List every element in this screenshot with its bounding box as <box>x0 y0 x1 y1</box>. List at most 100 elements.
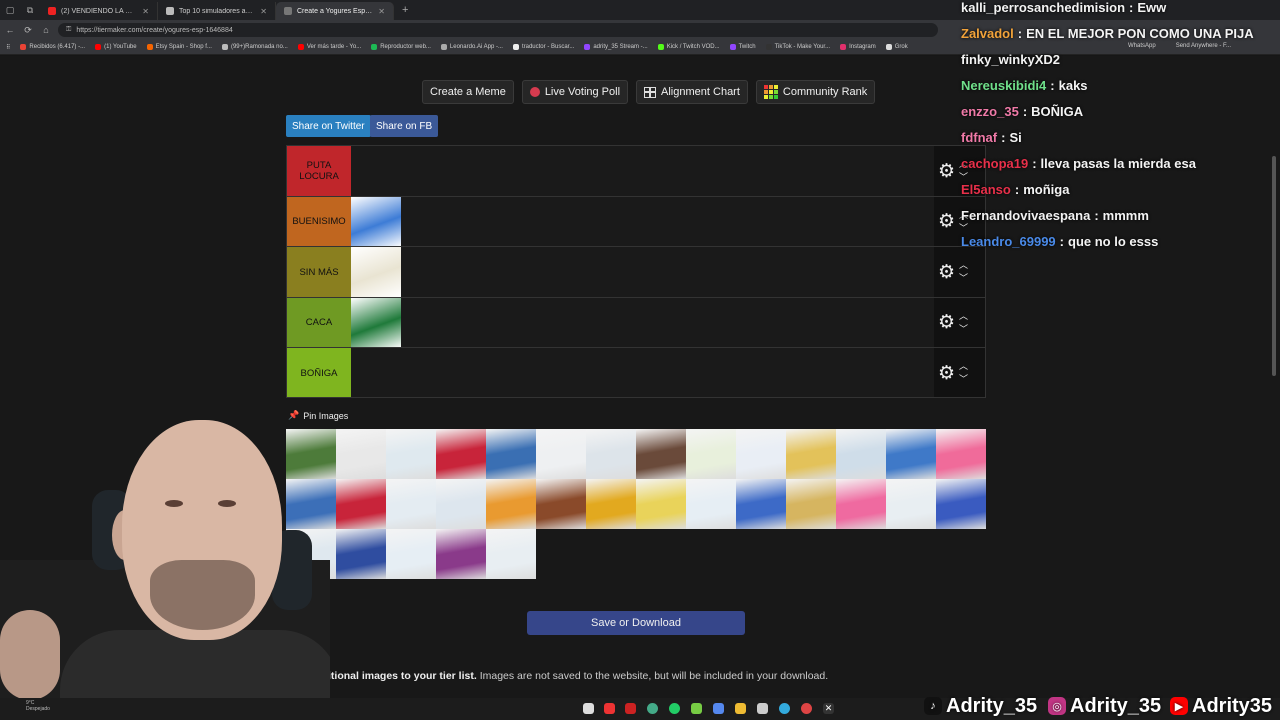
tier-label[interactable]: CACA <box>287 297 351 348</box>
community-rank-button[interactable]: Community Rank <box>755 80 876 104</box>
pool-image-item[interactable] <box>786 479 836 529</box>
save-download-button[interactable]: Save or Download <box>527 611 745 635</box>
app-icon-3[interactable] <box>757 703 768 714</box>
reload-icon[interactable]: ⟳ <box>22 25 34 36</box>
page-scrollbar[interactable] <box>1272 156 1276 376</box>
pool-image-item[interactable] <box>336 529 386 579</box>
gear-icon[interactable]: ⚙ <box>938 263 955 282</box>
bookmark-item[interactable]: traductor - Buscar... <box>512 44 574 50</box>
share-twitter-button[interactable]: Share on Twitter <box>286 115 371 137</box>
pool-image-item[interactable] <box>936 429 986 479</box>
chevron-up-icon[interactable]: ︿ <box>959 362 968 371</box>
pool-image-item[interactable] <box>636 429 686 479</box>
tier-drop-zone[interactable] <box>351 196 934 247</box>
pool-image-item[interactable] <box>436 479 486 529</box>
window-menu-icon[interactable]: ▢ <box>0 0 20 20</box>
gear-icon[interactable]: ⚙ <box>938 212 955 231</box>
tier-label[interactable]: BOÑIGA <box>287 348 351 398</box>
pool-image-item[interactable] <box>586 479 636 529</box>
bookmark-item[interactable]: Reproductor web... <box>371 44 431 50</box>
pool-image-item[interactable] <box>436 429 486 479</box>
whatsapp-icon[interactable] <box>669 703 680 714</box>
weather-widget[interactable]: 9°C Despejado <box>26 700 50 712</box>
close-tab-icon[interactable]: ✕ <box>142 7 149 16</box>
app-icon-5[interactable]: ✕ <box>823 703 834 714</box>
tier-drop-zone[interactable] <box>351 247 934 297</box>
pool-image-item[interactable] <box>486 429 536 479</box>
pool-image-item[interactable] <box>486 479 536 529</box>
pool-image-item[interactable] <box>686 479 736 529</box>
apps-icon[interactable]: ⠿ <box>6 44 10 51</box>
pool-image-item[interactable] <box>536 479 586 529</box>
pool-image-item[interactable] <box>386 429 436 479</box>
pool-image-item[interactable] <box>836 429 886 479</box>
app-icon-4[interactable] <box>801 703 812 714</box>
pool-image-item[interactable] <box>886 479 936 529</box>
close-tab-icon[interactable]: ✕ <box>378 7 385 16</box>
tier-item-image[interactable] <box>351 297 401 348</box>
chevron-up-icon[interactable]: ︿ <box>959 311 968 321</box>
tier-label[interactable]: SIN MÁS <box>287 247 351 297</box>
pool-image-item[interactable] <box>486 529 536 579</box>
edge-icon[interactable] <box>779 703 790 714</box>
browser-tab[interactable]: (2) VENDIENDO LA MEJOR HAMB ✕ <box>40 2 158 20</box>
opera-icon[interactable] <box>625 703 636 714</box>
close-tab-icon[interactable]: ✕ <box>260 7 267 16</box>
taskview-icon[interactable] <box>583 703 594 714</box>
alignment-chart-button[interactable]: Alignment Chart <box>636 80 748 104</box>
back-icon[interactable]: ← <box>4 25 16 35</box>
gear-icon[interactable]: ⚙ <box>938 364 955 383</box>
bookmark-item[interactable]: Grok <box>885 44 908 50</box>
pool-image-item[interactable] <box>436 529 486 579</box>
live-voting-button[interactable]: Live Voting Poll <box>521 80 629 104</box>
share-fb-button[interactable]: Share on FB <box>370 115 439 137</box>
bookmark-item[interactable]: Instagram <box>840 44 876 50</box>
chevron-down-icon[interactable]: ﹀ <box>959 274 968 283</box>
tier-drop-zone[interactable] <box>351 146 934 196</box>
bookmark-item[interactable]: (99+)Ramonada no... <box>221 44 288 50</box>
chevron-down-icon[interactable]: ﹀ <box>959 324 968 334</box>
discord-icon[interactable] <box>713 703 724 714</box>
tier-label[interactable]: BUENISIMO <box>287 196 351 247</box>
chrome-icon[interactable] <box>647 703 658 714</box>
tier-item-image[interactable] <box>351 196 401 247</box>
url-field[interactable]: ⚿ https://tiermaker.com/create/yogures-e… <box>58 23 938 37</box>
pool-image-item[interactable] <box>586 429 636 479</box>
pool-image-item[interactable] <box>786 429 836 479</box>
pool-image-item[interactable] <box>536 429 586 479</box>
app-icon-2[interactable] <box>691 703 702 714</box>
bookmark-item[interactable]: Twitch <box>729 44 756 50</box>
gear-icon[interactable]: ⚙ <box>938 313 955 332</box>
bookmark-item[interactable]: Leonardo.Ai App -... <box>440 44 503 50</box>
pool-image-item[interactable] <box>336 479 386 529</box>
pool-image-item[interactable] <box>936 479 986 529</box>
tier-item-image[interactable] <box>351 247 401 297</box>
tab-search-icon[interactable]: ⧉ <box>20 0 40 20</box>
bookmark-item[interactable]: Etsy Spain - Shop f... <box>146 44 212 50</box>
bookmark-item[interactable]: Ver más tarde - Yo... <box>297 44 361 50</box>
tier-label[interactable]: PUTA LOCURA <box>287 146 351 196</box>
tier-drop-zone[interactable] <box>351 297 934 348</box>
pool-image-item[interactable] <box>836 479 886 529</box>
home-icon[interactable]: ⌂ <box>40 25 52 35</box>
folder-icon[interactable] <box>735 703 746 714</box>
new-tab-button[interactable]: + <box>394 4 416 16</box>
tier-drop-zone[interactable] <box>351 348 934 398</box>
bookmark-item[interactable]: TikTok - Make Your... <box>765 44 830 50</box>
pool-image-item[interactable] <box>336 429 386 479</box>
browser-tab[interactable]: Create a Yogures Esp Tier List - Ti ✕ <box>276 2 394 20</box>
pool-image-item[interactable] <box>736 479 786 529</box>
app-icon-1[interactable] <box>604 703 615 714</box>
pool-image-item[interactable] <box>686 429 736 479</box>
pool-image-item[interactable] <box>886 429 936 479</box>
bookmark-item[interactable]: (1) YouTube <box>95 44 137 50</box>
create-meme-button[interactable]: Create a Meme <box>422 80 514 104</box>
gear-icon[interactable]: ⚙ <box>938 162 955 181</box>
chevron-down-icon[interactable]: ﹀ <box>959 375 968 384</box>
bookmark-item[interactable]: Recibidos (6.417) -... <box>20 44 85 50</box>
pool-image-item[interactable] <box>636 479 686 529</box>
browser-tab[interactable]: Top 10 simuladores adictivos ✕ <box>158 2 276 20</box>
bookmark-item[interactable]: adrity_35 Stream -... <box>584 44 648 50</box>
chevron-up-icon[interactable]: ︿ <box>959 261 968 270</box>
pool-image-item[interactable] <box>736 429 786 479</box>
